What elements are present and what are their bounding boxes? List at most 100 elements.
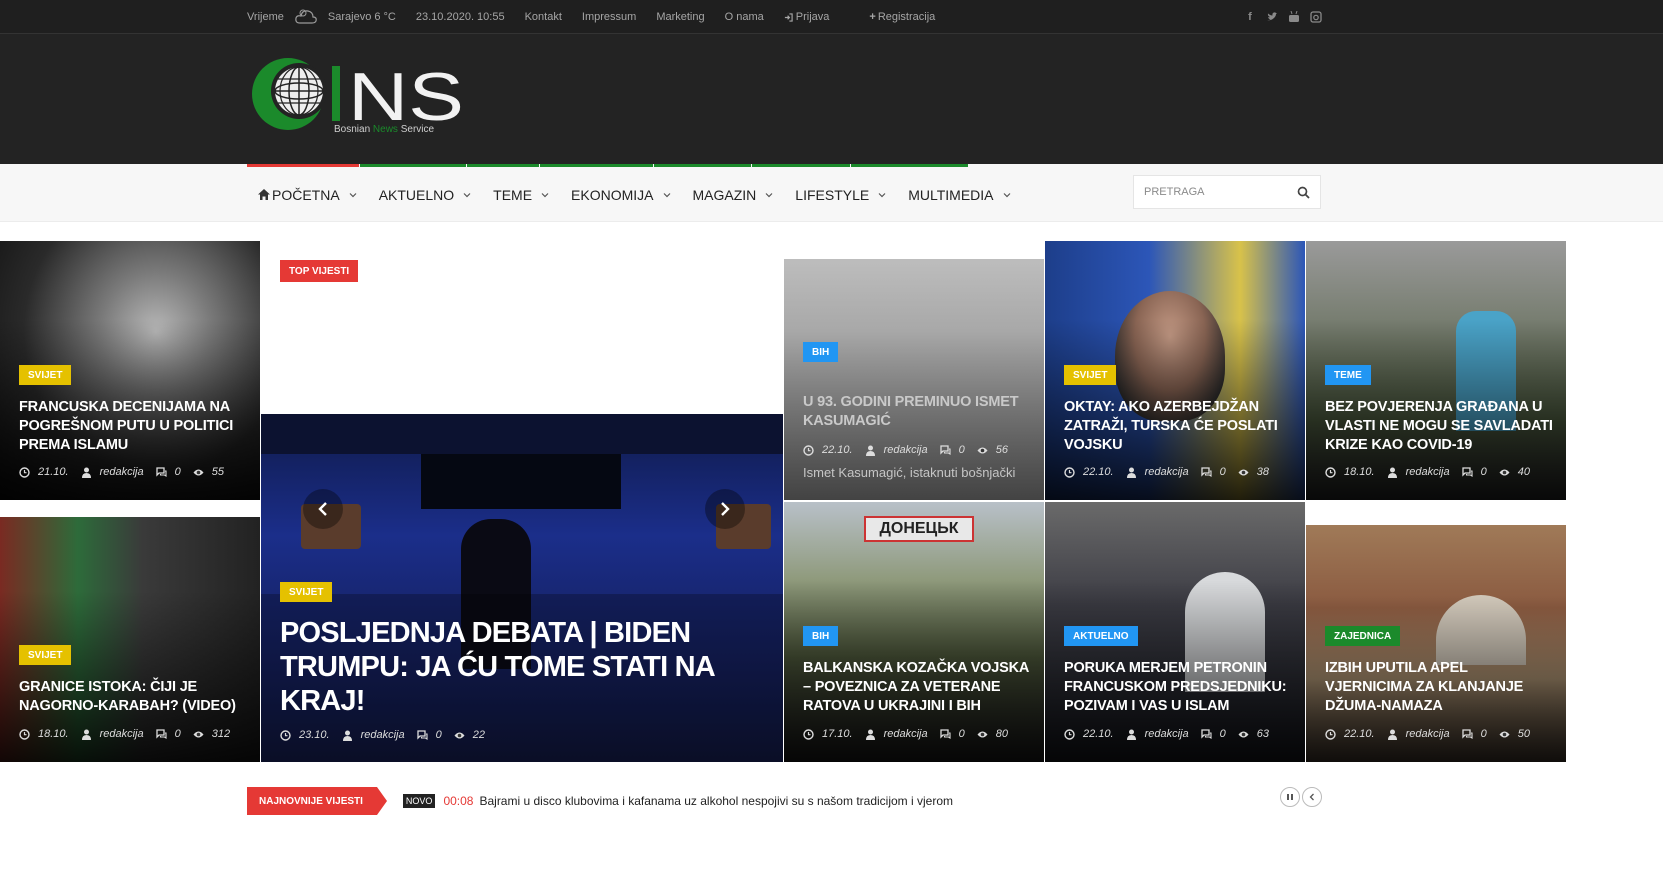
article-author[interactable]: redakcija: [884, 444, 928, 456]
link-o-nama[interactable]: O nama: [725, 11, 764, 23]
category-badge[interactable]: SVIJET: [19, 645, 72, 665]
category-badge[interactable]: SVIJET: [19, 365, 72, 385]
article-card[interactable]: BIH U 93. GODINI PREMINUO ISMET KASUMAGI…: [784, 259, 1044, 500]
article-views: 50: [1517, 728, 1530, 740]
category-badge[interactable]: ZAJEDNICA: [1325, 626, 1401, 646]
article-title[interactable]: BALKANSKA KOZAČKA VOJSKA – POVEZNICA ZA …: [803, 659, 1033, 716]
ticker-label: NAJNOVNIJE VIJESTI: [247, 787, 387, 815]
plus-icon: +: [869, 11, 876, 23]
youtube-icon[interactable]: [1288, 11, 1300, 23]
nav-item-multimedia[interactable]: MULTIMEDIA: [897, 167, 1021, 222]
search-icon[interactable]: [1297, 186, 1310, 199]
article-date: 18.10.: [1344, 466, 1375, 478]
ticker-headline[interactable]: Bajrami u disco klubovima i kafanama uz …: [479, 794, 953, 808]
article-title[interactable]: BEZ POVJERENJA GRAĐANA U VLASTI NE MOGU …: [1325, 398, 1555, 455]
category-badge[interactable]: TEME: [1325, 365, 1371, 385]
nav-item-pocetna[interactable]: POČETNA: [247, 167, 368, 222]
article-meta: 21.10. redakcija 0 55: [19, 466, 236, 478]
article-meta: 22.10. redakcija 0 63: [1064, 728, 1281, 740]
top-bar: Vrijeme Sarajevo 6 °C 23.10.2020. 10:55 …: [0, 0, 1663, 34]
category-badge[interactable]: BIH: [803, 342, 839, 362]
site-logo[interactable]: NS Bosnian News Service: [252, 58, 472, 138]
twitter-icon[interactable]: [1266, 11, 1278, 23]
clock-icon: [1064, 728, 1075, 740]
article-author[interactable]: redakcija: [100, 728, 144, 740]
nav-label: MAGAZIN: [692, 186, 757, 203]
article-author[interactable]: redakcija: [361, 729, 405, 741]
top-news-label: TOP VIJESTI: [280, 260, 359, 282]
ticker-prev-button[interactable]: [1302, 787, 1322, 807]
clock-icon: [280, 729, 291, 741]
slider-prev-button[interactable]: [303, 489, 343, 529]
article-author[interactable]: redakcija: [1406, 728, 1450, 740]
article-card[interactable]: SVIJET FRANCUSKA DECENIJAMA NA POGREŠNOM…: [0, 241, 260, 500]
slider-next-button[interactable]: [705, 489, 745, 529]
category-badge[interactable]: SVIJET: [280, 582, 333, 602]
nav-label: MULTIMEDIA: [908, 186, 994, 203]
search-input[interactable]: [1134, 176, 1284, 208]
article-views: 40: [1517, 466, 1530, 478]
article-card[interactable]: TEME BEZ POVJERENJA GRAĐANA U VLASTI NE …: [1306, 241, 1566, 500]
article-author[interactable]: redakcija: [884, 728, 928, 740]
register-link[interactable]: + Registracija: [869, 11, 955, 23]
link-kontakt[interactable]: Kontakt: [525, 11, 562, 23]
article-date: 22.10.: [1083, 728, 1114, 740]
nav-item-aktuelno[interactable]: AKTUELNO: [368, 167, 482, 222]
link-impressum[interactable]: Impressum: [582, 11, 636, 23]
article-card[interactable]: ZAJEDNICA IZBIH UPUTILA APEL VJERNICIMA …: [1306, 525, 1566, 762]
eye-icon: [1499, 469, 1510, 475]
comments-icon: [1461, 466, 1473, 477]
clock-icon: [19, 466, 30, 478]
article-comments: 0: [1219, 728, 1226, 740]
comments-icon: [155, 728, 167, 739]
nav-item-lifestyle[interactable]: LIFESTYLE: [784, 167, 897, 222]
category-badge[interactable]: BIH: [803, 626, 839, 646]
ticker-pause-button[interactable]: [1280, 787, 1300, 807]
article-title[interactable]: OKTAY: AKO AZERBEJDŽAN ZATRAŽI, TURSKA Ć…: [1064, 398, 1289, 455]
category-badge[interactable]: SVIJET: [1064, 365, 1117, 385]
article-views: 80: [995, 728, 1008, 740]
login-label: Prijava: [795, 11, 830, 23]
article-author[interactable]: redakcija: [1406, 466, 1450, 478]
comments-icon: [416, 729, 428, 740]
home-icon: [258, 189, 270, 200]
article-title[interactable]: IZBIH UPUTILA APEL VJERNICIMA ZA KLANJAN…: [1325, 659, 1555, 716]
article-comments: 0: [1480, 728, 1487, 740]
article-title[interactable]: GRANICE ISTOKA: ČIJI JE NAGORNO-KARABAH?…: [19, 678, 244, 716]
article-date: 18.10.: [38, 728, 69, 740]
article-title[interactable]: FRANCUSKA DECENIJAMA NA POGREŠNOM PUTU U…: [19, 398, 244, 455]
article-date: 22.10.: [1344, 728, 1375, 740]
nav-item-magazin[interactable]: MAGAZIN: [682, 167, 785, 222]
search-box: [1133, 175, 1321, 209]
link-marketing[interactable]: Marketing: [656, 11, 704, 23]
comments-icon: [155, 466, 167, 477]
article-card[interactable]: SVIJET OKTAY: AKO AZERBEJDŽAN ZATRAŽI, T…: [1045, 241, 1305, 500]
weather-location: Sarajevo 6 °C: [327, 11, 396, 23]
eye-icon: [1499, 731, 1510, 737]
facebook-icon[interactable]: f: [1244, 11, 1256, 23]
article-card[interactable]: ДОНЕЦЬК BIH BALKANSKA KOZAČKA VOJSKA – P…: [784, 502, 1044, 762]
slide-title[interactable]: POSLJEDNJA DEBATA | BIDEN TRUMPU: JA ĆU …: [280, 616, 740, 718]
eye-icon: [1238, 731, 1249, 737]
category-badge[interactable]: AKTUELNO: [1064, 626, 1138, 646]
article-title[interactable]: U 93. GODINI PREMINUO ISMET KASUMAGIĆ: [803, 393, 1028, 431]
article-date: 21.10.: [38, 466, 69, 478]
article-title[interactable]: PORUKA MERJEM PETRONIN FRANCUSKOM PREDSJ…: [1064, 659, 1294, 716]
nav-item-ekonomija[interactable]: EKONOMIJA: [560, 167, 681, 222]
nav-label: AKTUELNO: [378, 186, 455, 203]
login-link[interactable]: Prijava: [784, 11, 850, 23]
article-views: 312: [211, 728, 231, 740]
article-author[interactable]: redakcija: [100, 466, 144, 478]
user-icon: [865, 445, 875, 456]
comments-icon: [939, 444, 951, 455]
article-author[interactable]: redakcija: [1145, 728, 1189, 740]
chevron-down-icon: [1003, 192, 1010, 197]
clock-icon: [1325, 466, 1336, 478]
article-meta: 18.10. redakcija 0 312: [19, 728, 242, 740]
article-card[interactable]: AKTUELNO PORUKA MERJEM PETRONIN FRANCUSK…: [1045, 502, 1305, 762]
instagram-icon[interactable]: [1310, 11, 1322, 23]
article-card[interactable]: SVIJET GRANICE ISTOKA: ČIJI JE NAGORNO-K…: [0, 517, 260, 762]
svg-text:Bosnian News Service: Bosnian News Service: [334, 124, 434, 135]
nav-item-teme[interactable]: TEME: [482, 167, 560, 222]
article-author[interactable]: redakcija: [1145, 466, 1189, 478]
